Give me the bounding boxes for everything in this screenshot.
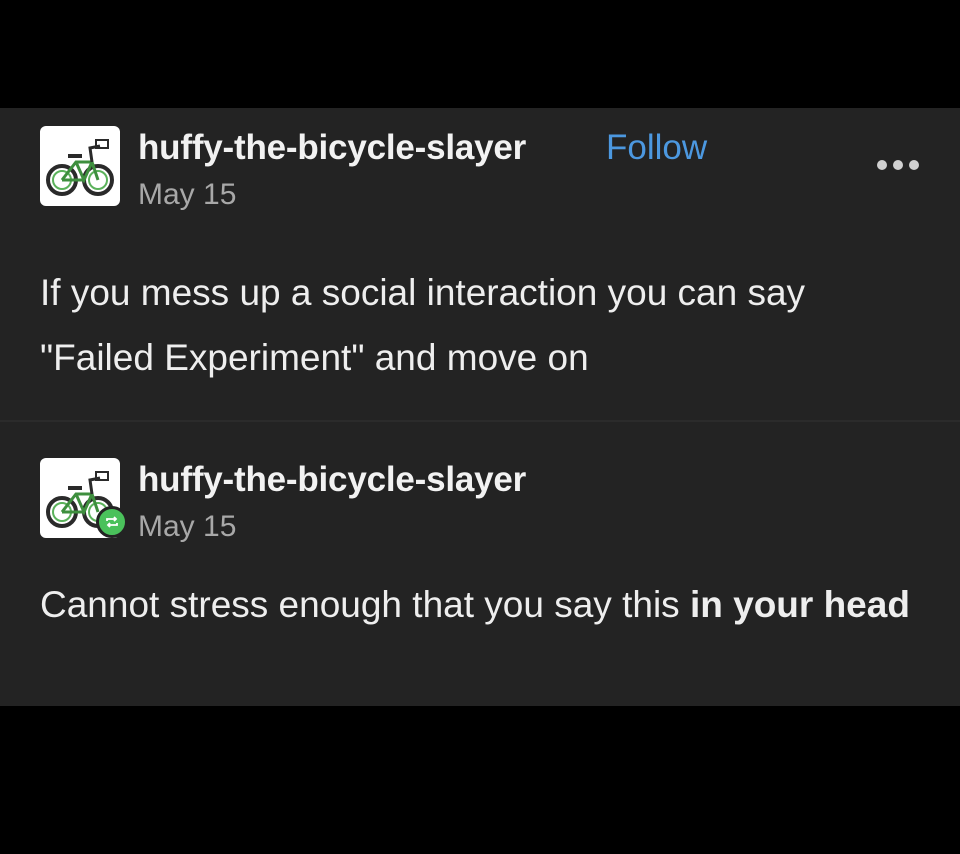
post-body: Cannot stress enough that you say this i… bbox=[40, 572, 920, 637]
post-body: If you mess up a social interaction you … bbox=[40, 272, 806, 378]
screenshot-frame: huffy-the-bicycle-slayer Follow May 15 I… bbox=[0, 0, 960, 854]
reblog-post: huffy-the-bicycle-slayer May 15 Cannot s… bbox=[0, 422, 960, 706]
post-username[interactable]: huffy-the-bicycle-slayer bbox=[138, 460, 526, 500]
post-date: May 15 bbox=[138, 510, 237, 543]
original-post: huffy-the-bicycle-slayer Follow May 15 I… bbox=[0, 108, 960, 420]
post-body-text: Cannot stress enough that you say this bbox=[40, 584, 690, 625]
follow-button[interactable]: Follow bbox=[606, 128, 707, 168]
bicycle-icon bbox=[46, 139, 114, 196]
post-date: May 15 bbox=[138, 178, 237, 211]
more-options-icon[interactable] bbox=[877, 156, 923, 172]
reblog-badge bbox=[96, 506, 128, 538]
avatar[interactable] bbox=[40, 458, 128, 538]
post-thread: huffy-the-bicycle-slayer Follow May 15 I… bbox=[0, 108, 960, 706]
post-body-bold: in your head bbox=[689, 584, 910, 625]
more-dot bbox=[877, 160, 887, 170]
more-dot bbox=[893, 160, 903, 170]
reblog-icon bbox=[106, 516, 118, 528]
more-dot bbox=[909, 160, 919, 170]
avatar[interactable] bbox=[40, 126, 120, 206]
post-username[interactable]: huffy-the-bicycle-slayer bbox=[138, 128, 526, 168]
